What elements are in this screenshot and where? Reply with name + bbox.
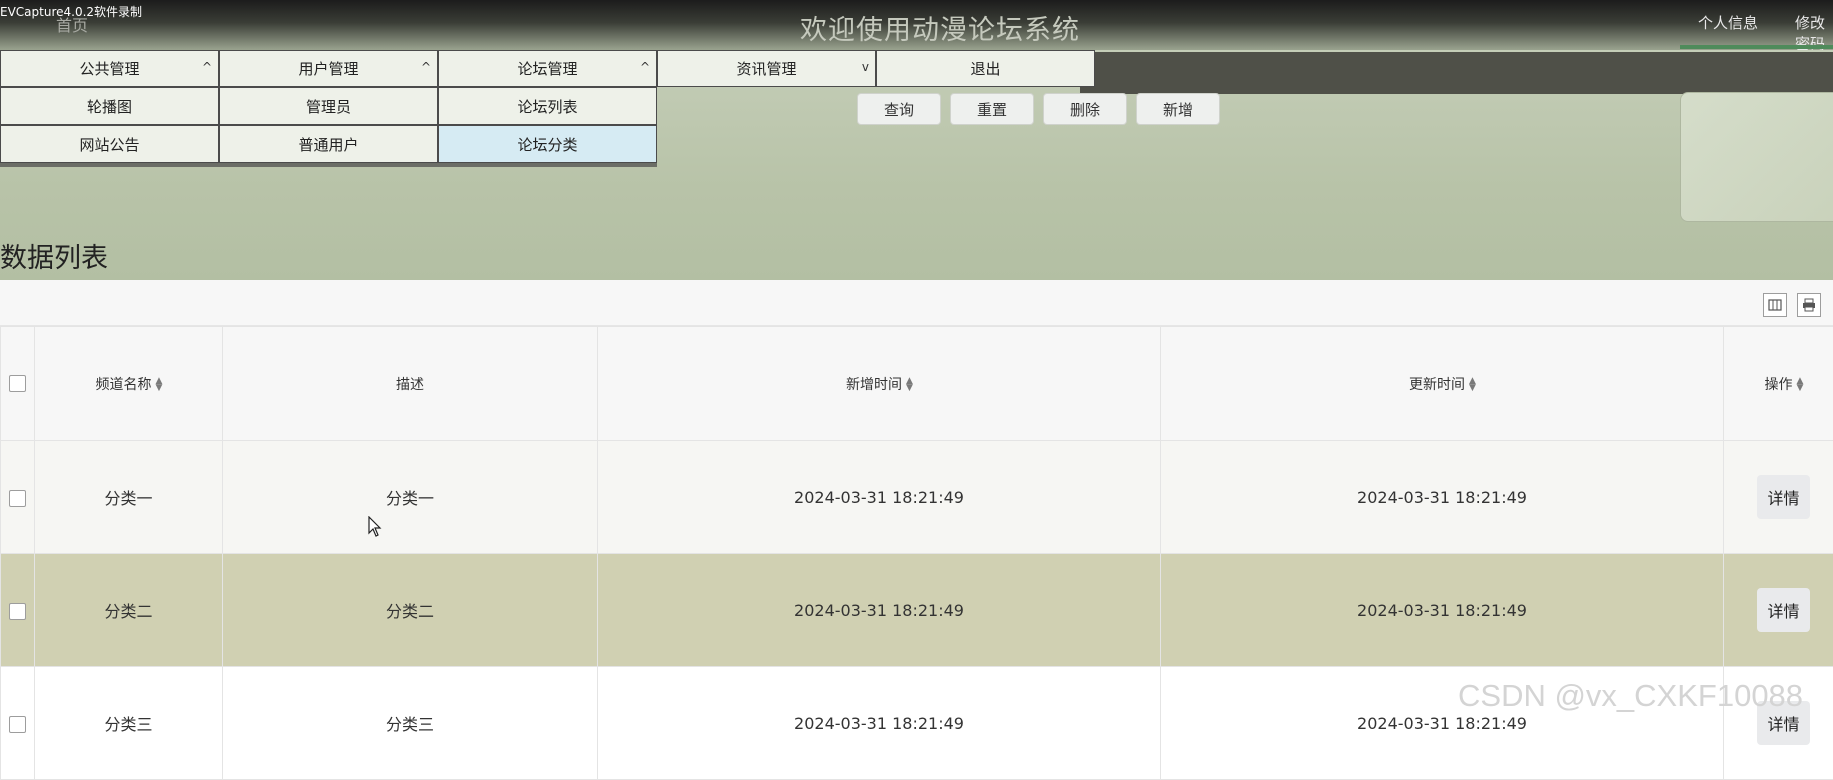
profile-link[interactable]: 个人信息 [1698, 12, 1758, 33]
cell-description: 分类二 [223, 554, 598, 667]
menu-label: 退出 [970, 58, 1000, 79]
submenu-public: 轮播图 网站公告 [0, 87, 219, 167]
reset-button[interactable]: 重置 [950, 93, 1034, 125]
row-checkbox[interactable] [9, 490, 26, 507]
section-title: 数据列表 [0, 236, 108, 275]
cell-name: 分类一 [35, 441, 223, 554]
query-button[interactable]: 查询 [857, 93, 941, 125]
cell-updated: 2024-03-31 18:21:49 [1161, 441, 1724, 554]
menu-news-management[interactable]: 资讯管理 v [657, 50, 876, 87]
sort-icon[interactable]: ▲▼ [156, 378, 162, 392]
table-toolbar [0, 280, 1833, 326]
row-checkbox[interactable] [9, 603, 26, 620]
cell-name: 分类二 [35, 554, 223, 667]
columns-icon[interactable] [1763, 293, 1787, 317]
menu-label: 资讯管理 [736, 58, 796, 79]
menu-logout[interactable]: 退出 [876, 50, 1095, 87]
select-all-checkbox[interactable] [9, 375, 26, 392]
column-header-name[interactable]: 频道名称▲▼ [35, 327, 223, 441]
detail-button[interactable]: 详情 [1757, 475, 1809, 519]
cell-description: 分类三 [223, 667, 598, 780]
row-checkbox[interactable] [9, 716, 26, 733]
cell-updated: 2024-03-31 18:21:49 [1161, 554, 1724, 667]
chevron-up-icon: ^ [421, 60, 431, 74]
menu-label: 论坛管理 [517, 58, 577, 79]
top-header: 首页 EVCapture4.0.2软件录制 欢迎使用动漫论坛系统 个人信息 修改… [0, 0, 1833, 50]
chevron-up-icon: ^ [640, 60, 650, 74]
mouse-cursor-icon [368, 516, 382, 538]
column-header-updated[interactable]: 更新时间▲▼ [1161, 327, 1724, 441]
submenu-item-forum-list[interactable]: 论坛列表 [438, 87, 657, 125]
add-button[interactable]: 新增 [1136, 93, 1220, 125]
menu-label: 公共管理 [79, 58, 139, 79]
table-header-row: 频道名称▲▼ 描述 新增时间▲▼ 更新时间▲▼ 操作▲▼ [1, 327, 1833, 441]
chevron-down-icon: v [862, 60, 869, 74]
sort-icon[interactable]: ▲▼ [1469, 378, 1475, 392]
column-header-description: 描述 [223, 327, 598, 441]
menu-public-management[interactable]: 公共管理 ^ [0, 50, 219, 87]
submenu-item-carousel[interactable]: 轮播图 [0, 87, 219, 125]
submenu-user: 管理员 普通用户 [219, 87, 438, 167]
watermark: CSDN @vx_CXKF10088 [1458, 678, 1803, 714]
cell-created: 2024-03-31 18:21:49 [598, 667, 1161, 780]
menu-user-management[interactable]: 用户管理 ^ [219, 50, 438, 87]
column-header-actions[interactable]: 操作▲▼ [1724, 327, 1833, 441]
nav-strip [1080, 52, 1833, 94]
cell-description: 分类一 [223, 441, 598, 554]
cell-name: 分类三 [35, 667, 223, 780]
cell-created: 2024-03-31 18:21:49 [598, 554, 1161, 667]
submenu-forum: 论坛列表 论坛分类 [438, 87, 657, 167]
sort-icon[interactable]: ▲▼ [1797, 378, 1803, 392]
select-all-cell [1, 327, 35, 441]
chevron-up-icon: ^ [202, 60, 212, 74]
table-row: 分类二 分类二 2024-03-31 18:21:49 2024-03-31 1… [1, 554, 1833, 667]
submenu-item-admin[interactable]: 管理员 [219, 87, 438, 125]
detail-button[interactable]: 详情 [1757, 588, 1809, 632]
cell-created: 2024-03-31 18:21:49 [598, 441, 1161, 554]
main-menu: 公共管理 ^ 用户管理 ^ 论坛管理 ^ 资讯管理 v 退出 [0, 50, 1095, 87]
column-header-created[interactable]: 新增时间▲▼ [598, 327, 1161, 441]
submenu-item-normal-user[interactable]: 普通用户 [219, 125, 438, 163]
recorder-label: EVCapture4.0.2软件录制 [0, 3, 142, 20]
submenu-item-announcement[interactable]: 网站公告 [0, 125, 219, 163]
sort-icon[interactable]: ▲▼ [906, 378, 912, 392]
site-title: 欢迎使用动漫论坛系统 [800, 8, 1080, 47]
active-link-underline [1680, 45, 1833, 49]
print-icon[interactable] [1797, 293, 1821, 317]
table-row: 分类一 分类一 2024-03-31 18:21:49 2024-03-31 1… [1, 441, 1833, 554]
decorative-card [1680, 92, 1833, 222]
delete-button[interactable]: 删除 [1043, 93, 1127, 125]
menu-forum-management[interactable]: 论坛管理 ^ [438, 50, 657, 87]
submenu-item-forum-category[interactable]: 论坛分类 [438, 125, 657, 163]
menu-label: 用户管理 [298, 58, 358, 79]
